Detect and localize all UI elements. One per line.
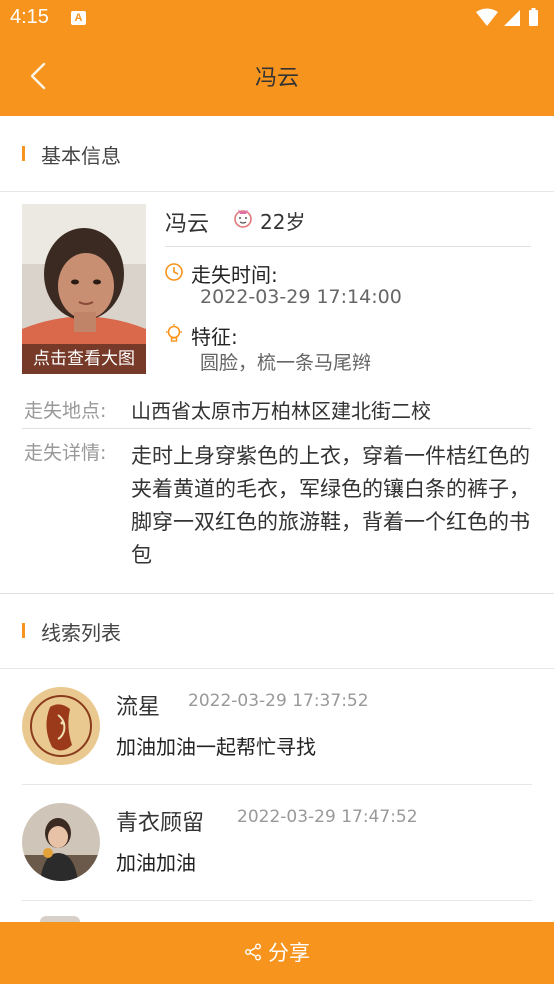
share-button[interactable]: 分享 bbox=[0, 922, 554, 984]
view-large-image-caption: 点击查看大图 bbox=[22, 344, 146, 374]
missing-time-value: 2022-03-29 17:14:00 bbox=[200, 286, 402, 308]
share-icon bbox=[245, 943, 261, 961]
avatar bbox=[22, 803, 100, 881]
clue-timestamp: 2022-03-29 17:47:52 bbox=[237, 807, 418, 827]
signal-battery-icons bbox=[476, 8, 538, 26]
location-label: 走失地点: bbox=[24, 400, 107, 422]
basic-info-title: 基本信息 bbox=[41, 144, 121, 168]
avatar bbox=[22, 687, 100, 765]
status-bar: 4:15 A bbox=[0, 0, 554, 38]
missing-time-label: 走失时间: bbox=[191, 263, 278, 287]
clock-icon bbox=[165, 263, 183, 281]
section-accent-bar bbox=[22, 623, 25, 638]
clue-author-name: 流星 bbox=[116, 695, 161, 720]
basic-info-section-header: 基本信息 bbox=[0, 116, 554, 192]
clue-message: 加油加油一起帮忙寻找 bbox=[116, 735, 316, 759]
clue-author-name: 青衣顾留 bbox=[116, 811, 205, 836]
clues-title: 线索列表 bbox=[41, 621, 121, 645]
divider bbox=[165, 246, 531, 247]
divider bbox=[22, 900, 532, 901]
location-value: 山西省太原市万柏林区建北街二校 bbox=[131, 399, 431, 423]
details-value: 走时上身穿紫色的上衣，穿着一件桔红色的夹着黄道的毛衣，军绿色的镶白条的裤子，脚穿… bbox=[131, 444, 530, 567]
section-accent-bar bbox=[22, 146, 25, 161]
cellular-icon bbox=[504, 10, 520, 26]
share-label: 分享 bbox=[268, 941, 310, 965]
clues-section-header: 线索列表 bbox=[0, 593, 554, 669]
wifi-icon bbox=[476, 8, 498, 26]
girl-face-icon bbox=[234, 210, 252, 228]
clue-list-item[interactable]: 流星 2022-03-29 17:37:52 加油加油一起帮忙寻找 bbox=[0, 669, 554, 785]
divider bbox=[22, 428, 531, 429]
features-label: 特征: bbox=[191, 325, 238, 349]
status-time: 4:15 bbox=[10, 6, 49, 28]
clue-list-item[interactable]: 青衣顾留 2022-03-29 17:47:52 加油加油 bbox=[0, 785, 554, 901]
features-value: 圆脸，梳一条马尾辫 bbox=[200, 352, 372, 374]
person-age: 22岁 bbox=[260, 210, 306, 234]
clue-message: 加油加油 bbox=[116, 851, 196, 875]
page-title: 冯云 bbox=[254, 66, 299, 91]
battery-icon bbox=[529, 10, 538, 26]
notification-icon: A bbox=[71, 11, 86, 25]
clue-timestamp: 2022-03-29 17:37:52 bbox=[188, 691, 369, 711]
details-label: 走失详情: bbox=[24, 442, 107, 464]
person-name: 冯云 bbox=[165, 212, 210, 237]
title-bar: 冯云 bbox=[0, 38, 554, 116]
share-button-content: 分享 bbox=[0, 922, 554, 984]
lightbulb-icon bbox=[166, 324, 182, 342]
missing-person-photo[interactable]: 点击查看大图 bbox=[22, 204, 146, 374]
